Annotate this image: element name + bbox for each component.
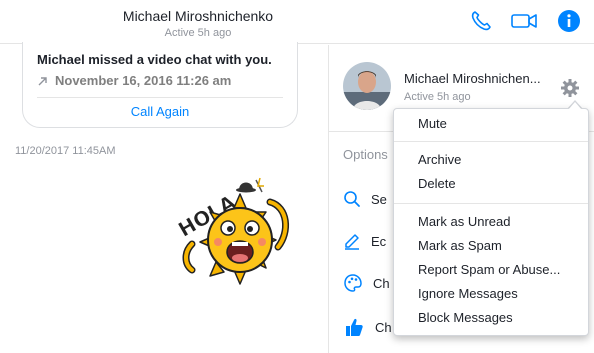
menu-divider <box>394 141 588 142</box>
contact-name: Michael Miroshnichenko <box>122 8 274 24</box>
options-label: Options <box>343 147 388 162</box>
phone-icon[interactable] <box>468 8 494 34</box>
menu-item-block-messages[interactable]: Block Messages <box>394 307 588 329</box>
profile-name: Michael Miroshnichen... <box>404 71 541 86</box>
hola-sun-sticker: HOLA <box>170 172 310 292</box>
missed-call-date: November 16, 2016 11:26 am <box>37 73 231 88</box>
missed-arrow-icon <box>38 76 47 85</box>
conversation-settings-menu: Mute Archive Delete Mark as Unread Mark … <box>393 108 589 336</box>
search-icon <box>344 191 360 207</box>
menu-item-mark-unread[interactable]: Mark as Unread <box>394 211 588 233</box>
contact-status: Active 5h ago <box>164 27 232 39</box>
info-icon[interactable] <box>556 8 582 34</box>
avatar[interactable] <box>343 62 391 110</box>
menu-divider <box>394 203 588 204</box>
pencil-icon <box>345 234 359 250</box>
option-edit-label: Ec <box>371 233 387 249</box>
menu-item-archive[interactable]: Archive <box>394 149 588 171</box>
profile-status: Active 5h ago <box>404 91 471 103</box>
card-divider <box>37 97 283 98</box>
option-emoji-label: Ch <box>375 319 392 335</box>
menu-item-mute[interactable]: Mute <box>394 113 588 135</box>
hat-icon <box>236 177 264 193</box>
conversation-header: Michael Miroshnichenko Active 5h ago <box>0 0 594 44</box>
call-again-button[interactable]: Call Again <box>23 104 297 119</box>
menu-item-ignore-messages[interactable]: Ignore Messages <box>394 283 588 305</box>
palette-icon <box>344 274 362 292</box>
panel-divider <box>328 45 329 353</box>
menu-arrow-fill <box>568 102 582 110</box>
menu-item-delete[interactable]: Delete <box>394 173 588 195</box>
option-color-label: Ch <box>373 275 390 291</box>
missed-call-card: Michael missed a video chat with you. No… <box>22 42 298 128</box>
video-camera-icon[interactable] <box>510 8 537 34</box>
option-search-label: Se <box>371 191 387 207</box>
menu-item-mark-spam[interactable]: Mark as Spam <box>394 235 588 257</box>
gear-icon[interactable] <box>560 78 580 98</box>
menu-item-report-spam[interactable]: Report Spam or Abuse... <box>394 259 588 281</box>
message-timestamp: 11/20/2017 11:45AM <box>15 145 116 157</box>
thumbs-up-icon <box>346 318 363 336</box>
missed-call-date-text: November 16, 2016 11:26 am <box>55 73 232 88</box>
missed-call-title: Michael missed a video chat with you. <box>37 52 272 67</box>
